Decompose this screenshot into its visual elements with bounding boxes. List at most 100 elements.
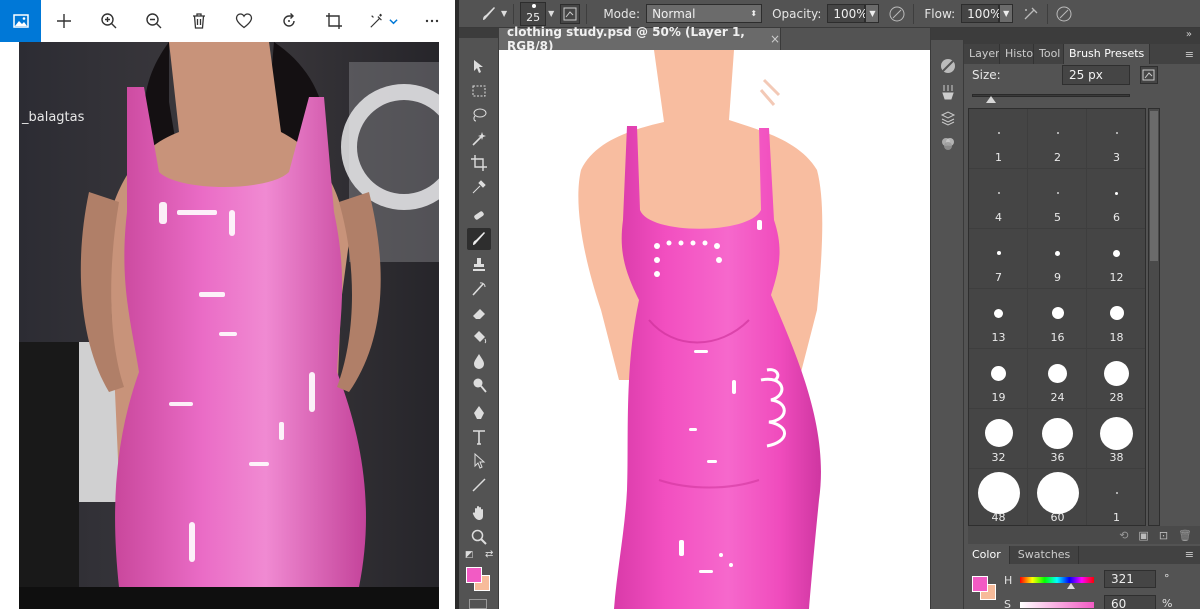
- brush-preset-12[interactable]: 18: [1087, 289, 1145, 349]
- brush-preset-7[interactable]: 7: [969, 229, 1028, 289]
- hue-input[interactable]: 321: [1104, 570, 1156, 588]
- tool-preset-chevron-icon[interactable]: ▼: [501, 9, 507, 18]
- history-brush-tool-icon[interactable]: [467, 278, 491, 300]
- swap-colors-icon[interactable]: ⇄: [485, 549, 493, 560]
- brush-preset-13[interactable]: 19: [969, 349, 1028, 409]
- brush-panel-toggle-icon[interactable]: [560, 3, 581, 24]
- document-tab[interactable]: clothing study.psd @ 50% (Layer 1, RGB/8…: [499, 25, 781, 53]
- quick-mask-icon[interactable]: [469, 599, 487, 609]
- channels-panel-icon[interactable]: [938, 134, 958, 154]
- brush-preset-19[interactable]: 48: [969, 469, 1028, 525]
- brush-preset-5[interactable]: 5: [1028, 169, 1087, 229]
- brush-tool-icon[interactable]: [479, 4, 499, 24]
- document-canvas[interactable]: [499, 50, 930, 609]
- add-icon[interactable]: [41, 0, 86, 42]
- layers-panel-icon[interactable]: [938, 108, 958, 128]
- brush-preset-16[interactable]: 32: [969, 409, 1028, 469]
- path-selection-tool-icon[interactable]: [467, 450, 491, 472]
- panel-menu-icon[interactable]: ≡: [1179, 45, 1200, 64]
- brush-preset-18[interactable]: 38: [1087, 409, 1145, 469]
- new-brush-icon[interactable]: ⊡: [1159, 529, 1168, 542]
- brush-preset-8[interactable]: 9: [1028, 229, 1087, 289]
- delete-icon[interactable]: [177, 0, 222, 42]
- zoom-tool-icon[interactable]: [467, 526, 491, 548]
- new-preset-icon[interactable]: [1140, 66, 1158, 84]
- flow-dropdown-button[interactable]: ▼: [999, 4, 1014, 23]
- zoom-in-icon[interactable]: [86, 0, 131, 42]
- brush-panel-icon[interactable]: [938, 82, 958, 102]
- pen-tool-icon[interactable]: [467, 402, 491, 424]
- brush-preset-10[interactable]: 13: [969, 289, 1028, 349]
- close-document-icon[interactable]: ×: [770, 32, 780, 46]
- photos-app-icon[interactable]: [0, 0, 42, 42]
- hue-slider[interactable]: [1020, 577, 1094, 583]
- marquee-tool-icon[interactable]: [467, 80, 491, 102]
- flow-input[interactable]: 100%: [961, 4, 1001, 23]
- brush-preset-4[interactable]: 4: [969, 169, 1028, 229]
- updown-arrows-icon: ⬍: [750, 9, 758, 18]
- favorite-icon[interactable]: [222, 0, 267, 42]
- color-panel-icon[interactable]: [938, 56, 958, 76]
- hue-slider-knob[interactable]: [1067, 583, 1075, 589]
- tab-tool-presets[interactable]: Tool: [1034, 44, 1064, 64]
- zoom-out-icon[interactable]: [131, 0, 176, 42]
- crop-icon[interactable]: [312, 0, 357, 42]
- trash-icon[interactable]: 🗑: [1178, 529, 1192, 542]
- toggle-brush-panel-icon[interactable]: ⟲: [1119, 529, 1128, 542]
- paint-bucket-tool-icon[interactable]: [467, 326, 491, 348]
- quick-selection-tool-icon[interactable]: [467, 128, 491, 150]
- move-tool-icon[interactable]: [467, 56, 491, 78]
- tab-color[interactable]: Color: [964, 546, 1010, 564]
- eraser-tool-icon[interactable]: [467, 302, 491, 324]
- size-input[interactable]: 25 px: [1062, 65, 1130, 85]
- tab-swatches[interactable]: Swatches: [1010, 546, 1080, 564]
- brush-preset-9[interactable]: 12: [1087, 229, 1145, 289]
- brush-grid-scrollbar[interactable]: [1148, 108, 1160, 526]
- more-icon[interactable]: [410, 0, 455, 42]
- lasso-tool-icon[interactable]: [467, 104, 491, 126]
- saturation-input[interactable]: 60: [1104, 595, 1156, 609]
- blur-tool-icon[interactable]: [467, 350, 491, 372]
- rotate-icon[interactable]: [267, 0, 312, 42]
- brush-preset-6[interactable]: 6: [1087, 169, 1145, 229]
- default-colors-icon[interactable]: ◩: [465, 550, 474, 560]
- edit-icon[interactable]: [357, 0, 410, 42]
- brush-preset-21[interactable]: 1: [1087, 469, 1145, 525]
- foreground-color-swatch[interactable]: [466, 567, 482, 583]
- brush-preset-17[interactable]: 36: [1028, 409, 1087, 469]
- type-tool-icon[interactable]: [467, 426, 491, 448]
- tab-layers[interactable]: Layer: [964, 44, 1000, 64]
- opacity-input[interactable]: 100%: [827, 4, 868, 23]
- opacity-dropdown-button[interactable]: ▼: [865, 4, 880, 23]
- scrollbar-thumb[interactable]: [1150, 111, 1158, 261]
- hand-tool-icon[interactable]: [467, 502, 491, 524]
- brush-size-picker[interactable]: 25: [520, 1, 547, 26]
- tab-brush-presets[interactable]: Brush Presets: [1064, 44, 1151, 64]
- dodge-tool-icon[interactable]: [467, 374, 491, 396]
- brush-preset-15[interactable]: 28: [1087, 349, 1145, 409]
- brush-preset-11[interactable]: 16: [1028, 289, 1087, 349]
- brush-tool-icon-active[interactable]: [467, 228, 491, 250]
- healing-brush-tool-icon[interactable]: [467, 204, 491, 226]
- panel-collapse-icon[interactable]: »: [1186, 29, 1192, 40]
- pressure-opacity-icon[interactable]: [887, 4, 907, 24]
- color-panel-foreground-swatch[interactable]: [972, 576, 988, 592]
- brush-picker-chevron-icon[interactable]: ▼: [548, 9, 554, 18]
- create-new-preset-icon[interactable]: ▣: [1138, 529, 1148, 542]
- brush-preset-2[interactable]: 2: [1028, 109, 1087, 169]
- brush-preset-20[interactable]: 60: [1028, 469, 1087, 525]
- color-panel-menu-icon[interactable]: ≡: [1179, 546, 1200, 564]
- line-tool-icon[interactable]: [467, 474, 491, 496]
- brush-preset-1[interactable]: 1: [969, 109, 1028, 169]
- clone-stamp-tool-icon[interactable]: [467, 254, 491, 276]
- tab-history[interactable]: Histo: [1000, 44, 1034, 64]
- eyedropper-tool-icon[interactable]: [467, 176, 491, 198]
- blend-mode-select[interactable]: Normal ⬍: [646, 4, 763, 23]
- saturation-slider[interactable]: [1020, 602, 1094, 608]
- pressure-size-icon[interactable]: [1054, 4, 1074, 24]
- airbrush-icon[interactable]: [1021, 4, 1041, 24]
- brush-preset-3[interactable]: 3: [1087, 109, 1145, 169]
- crop-tool-icon[interactable]: [467, 152, 491, 174]
- brush-preset-14[interactable]: 24: [1028, 349, 1087, 409]
- size-slider-knob[interactable]: [986, 96, 996, 103]
